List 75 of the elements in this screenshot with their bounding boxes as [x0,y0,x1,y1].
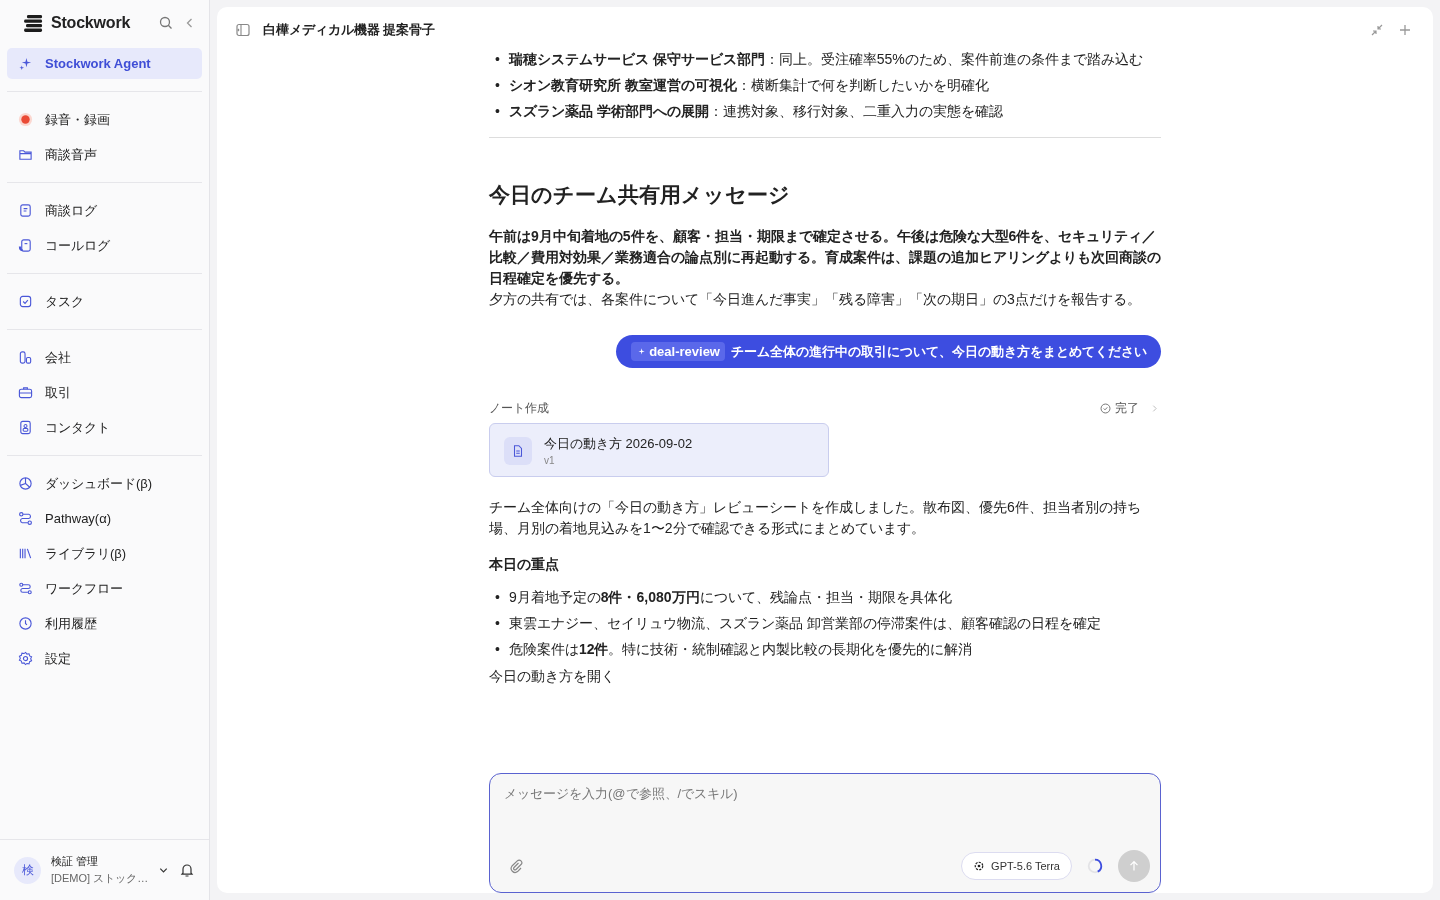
sidebar-item[interactable]: 利用履歴 [7,608,202,639]
message-input[interactable]: メッセージを入力(@で参照、/でスキル) GPT-5.6 Terra [489,773,1161,893]
page-title: 白樺メディカル機器 提案骨子 [263,21,436,39]
bullet-item: 瑞穂システムサービス 保守サービス部門：同上。受注確率55%のため、案件前進の条件まで踏み込む [508,50,1143,69]
sidebar-item[interactable]: 取引 [7,377,202,408]
checkbox-icon [18,294,33,309]
bullet-item: 東雲エナジー、セイリュウ物流、スズラン薬品 卸営業部の停滞案件は、顧客確認の日程を確定 [508,614,1101,633]
bell-icon[interactable] [179,862,196,878]
sidebar-item[interactable]: 録音・録画 [7,104,202,135]
message-paragraph: チーム全体向けの「今日の動き方」レビューシートを作成しました。散布図、優先6件、担当者別の持ち場、月別の着地見込みを1〜2分で確認できる形式にまとめています。 [489,498,1142,538]
organization-name: [DEMO] ストック… [51,871,149,886]
user-avatar: 検 [14,856,41,884]
sidebar-item[interactable]: 商談ログ [7,195,202,226]
sidebar-item[interactable]: ワークフロー [7,573,202,604]
sparkle-icon [18,56,33,71]
sidebar-item[interactable]: コンタクト [7,412,202,443]
bullet-item: 危険案件は12件。特に技術・統制確認と内製比較の長期化を優先的に解消 [508,640,973,659]
sidebar-item[interactable]: コールログ [7,230,202,261]
tool-label: ノート作成 [489,400,549,417]
tool-status: 完了 [1115,400,1139,417]
clock-icon [18,616,33,631]
check-circle-icon [1099,402,1112,415]
sidebar-item[interactable]: 設定 [7,643,202,674]
library-icon [18,546,33,561]
route-icon [18,511,33,526]
folder-icon [18,147,33,162]
sidebar-item[interactable]: ダッシュボード(β) [7,468,202,499]
sidebar-item[interactable]: Stockwork Agent [7,48,202,79]
workflow-icon [18,581,33,596]
document-card[interactable]: 今日の動き方 2026-09-02 v1 [489,423,829,477]
sidebar-item[interactable]: 商談音声 [7,139,202,170]
contact-card-icon [18,420,33,435]
document-version: v1 [544,455,556,466]
phone-note-icon [18,238,33,253]
sidebar-item[interactable]: ライブラリ(β) [7,538,202,569]
pie-chart-icon [18,476,33,491]
bullet-marker: • [495,614,500,633]
bullet-item: 9月着地予定の8件・6,080万円について、残論点・担当・期限を具体化 [508,588,952,607]
model-selector[interactable]: GPT-5.6 Terra [961,852,1072,880]
paperclip-icon[interactable] [508,858,524,874]
record-icon [18,112,33,127]
section-heading: 今日のチーム共有用メッセージ [489,182,791,208]
bullet-item: スズラン薬品 学術部門への展開：連携対象、移行対象、二重入力の実態を確認 [508,102,1003,121]
arrow-up-icon [1127,859,1141,873]
bullet-marker: • [495,102,500,121]
bullet-marker: • [495,76,500,95]
message-paragraph: 夕方の共有では、各案件について「今日進んだ事実」「残る障害」「次の期日」の3点だけを報告する。 [489,290,1142,309]
settings-icon [18,651,33,666]
sidebar-toggle-icon[interactable] [235,22,251,38]
search-icon[interactable] [158,15,174,31]
sidebar-item[interactable]: 会社 [7,342,202,373]
sparkle-icon [636,346,647,357]
open-link[interactable]: 今日の動き方を開く [489,668,1161,686]
building-icon [18,350,33,365]
minimize-icon[interactable] [1369,22,1385,38]
briefcase-icon [18,385,33,400]
sidebar-item[interactable]: タスク [7,286,202,317]
plus-icon[interactable] [1397,22,1413,38]
skill-tag: deal-review [631,342,725,361]
brand-name: Stockwork [51,14,131,32]
bullet-marker: • [495,50,500,69]
logo-icon [24,14,45,32]
model-icon [973,860,986,872]
user-name: 検証 管理 [51,854,100,869]
user-message-text: チーム全体の進行中の取引について、今日の動き方をまとめてください [731,342,1147,361]
document-icon [504,436,532,465]
bullet-item: シオン教育研究所 教室運営の可視化：横断集計で何を判断したいかを明確化 [508,76,989,95]
loading-spinner [1086,857,1104,875]
document-title: 今日の動き方 2026-09-02 [544,435,693,453]
message-paragraph: 午前は9月中旬着地の5件を、顧客・担当・期限まで確定させる。午後は危険な大型6件を、セキュリティ／比較／費用対効果／業務適合の論点別に再起動する。育成案件は、課題の追加ヒアリングよりも次回商談の日程確定を優先する。 [489,227,1161,288]
subheading: 本日の重点 [489,556,560,574]
note-icon [18,203,33,218]
bullet-marker: • [495,588,500,607]
bullet-marker: • [495,640,500,659]
sidebar-item[interactable]: Pathway(α) [7,503,202,534]
